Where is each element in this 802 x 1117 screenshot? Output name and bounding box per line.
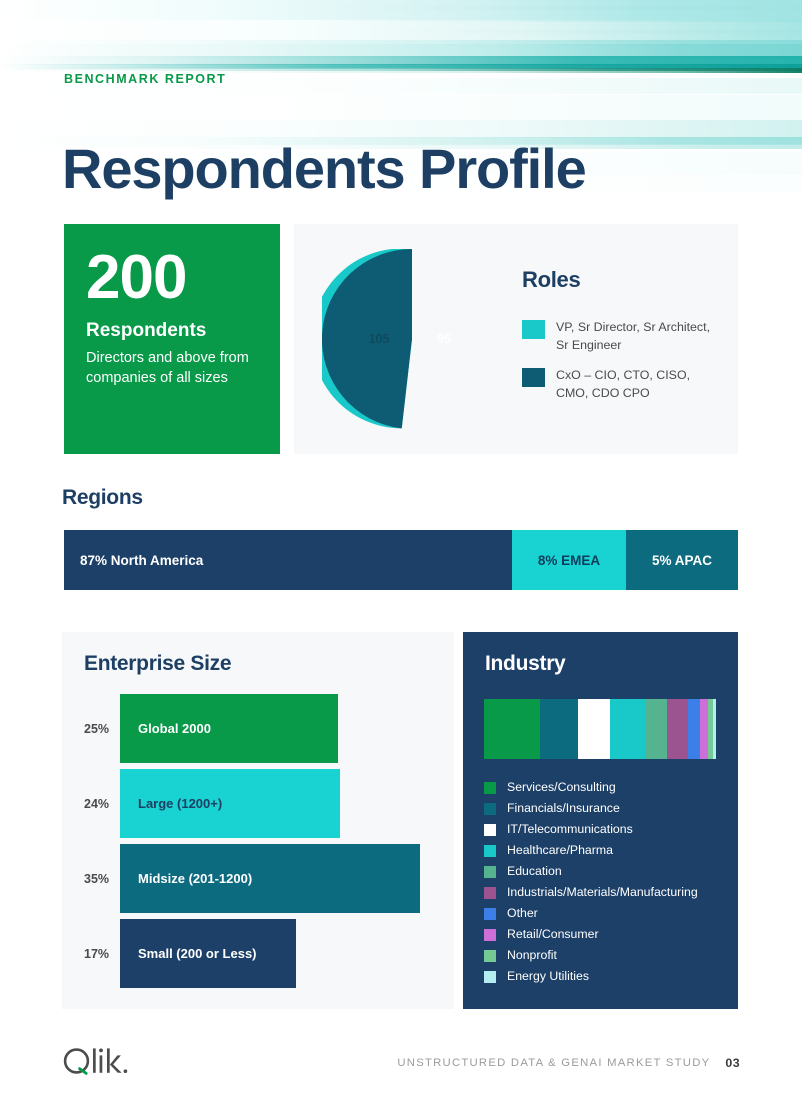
industry-legend-item: Healthcare/Pharma (484, 840, 724, 861)
roles-legend-item: VP, Sr Director, Sr Architect, Sr Engine… (522, 319, 722, 354)
roles-legend-label: VP, Sr Director, Sr Architect, Sr Engine… (556, 320, 711, 352)
eyebrow-label: BENCHMARK REPORT (64, 72, 227, 86)
banner-streak (0, 95, 802, 121)
legend-swatch-icon (484, 781, 496, 794)
enterprise-size-bar: Large (1200+) (120, 769, 340, 838)
industry-legend-item: Nonprofit (484, 945, 724, 966)
enterprise-size-row: 35% Midsize (201-1200) (62, 844, 454, 913)
legend-swatch-icon (484, 907, 496, 920)
industry-legend-label: Education (507, 864, 562, 879)
legend-swatch-icon (484, 802, 496, 815)
pie-slice-darkblue (322, 249, 412, 429)
industry-legend: Services/Consulting Financials/Insurance I… (484, 777, 724, 987)
banner-streak (0, 0, 802, 22)
industry-legend-label: Services/Consulting (507, 780, 616, 795)
legend-swatch-icon (484, 949, 496, 962)
enterprise-size-row: 17% Small (200 or Less) (62, 919, 454, 988)
banner-streak (0, 44, 802, 56)
enterprise-size-percent: 24% (84, 796, 110, 811)
legend-swatch-icon (484, 886, 496, 899)
legend-swatch-icon (484, 970, 496, 983)
enterprise-size-percent: 17% (84, 946, 110, 961)
enterprise-size-title: Enterprise Size (84, 652, 232, 675)
stat-description: Directors and above from companies of al… (86, 349, 249, 387)
footer-study-name: UNSTRUCTURED DATA & GENAI MARKET STUDY (397, 1057, 711, 1069)
report-page: BENCHMARK REPORT Respondents Profile 200… (0, 0, 802, 1117)
industry-legend-item: Services/Consulting (484, 777, 724, 798)
legend-swatch-icon (484, 865, 496, 878)
footer-meta: UNSTRUCTURED DATA & GENAI MARKET STUDY 0… (397, 1056, 740, 1070)
industry-segment (484, 699, 540, 759)
region-segment: 87% North America (64, 530, 512, 590)
industry-legend-label: Nonprofit (507, 948, 557, 963)
enterprise-size-card: Enterprise Size 25% Global 2000 24% Large (… (62, 632, 454, 1009)
page-title: Respondents Profile (62, 136, 587, 200)
enterprise-size-bar: Small (200 or Less) (120, 919, 296, 988)
enterprise-size-bar: Global 2000 (120, 694, 338, 763)
region-segment: 8% EMEA (512, 530, 626, 590)
industry-legend-item: Energy Utilities (484, 966, 724, 987)
industry-legend-label: IT/Telecommunications (507, 822, 633, 837)
industry-legend-item: Industrials/Materials/Manufacturing (484, 882, 724, 903)
industry-segment (578, 699, 610, 759)
roles-legend-label: CxO – CIO, CTO, CISO, CMO, CDO CPO (556, 368, 691, 400)
industry-segment (688, 699, 700, 759)
enterprise-size-bar: Midsize (201-1200) (120, 844, 420, 913)
stat-number: 200 (86, 243, 187, 312)
industry-segment (540, 699, 578, 759)
stat-label: Respondents (86, 319, 207, 341)
industry-legend-label: Healthcare/Pharma (507, 843, 613, 858)
footer-page-number: 03 (725, 1056, 740, 1070)
roles-pie-chart: 105 95 (322, 249, 502, 429)
enterprise-size-percent: 35% (84, 871, 110, 886)
enterprise-size-percent: 25% (84, 721, 110, 736)
industry-legend-item: IT/Telecommunications (484, 819, 724, 840)
legend-swatch-icon (522, 320, 545, 339)
pie-value-label: 105 (369, 332, 390, 346)
industry-segment (610, 699, 645, 759)
legend-swatch-icon (484, 928, 496, 941)
region-segment: 5% APAC (626, 530, 738, 590)
roles-legend: VP, Sr Director, Sr Architect, Sr Engine… (522, 319, 722, 415)
industry-stacked-bar (484, 699, 716, 759)
industry-segment (700, 699, 708, 759)
industry-legend-item: Other (484, 903, 724, 924)
roles-legend-item: CxO – CIO, CTO, CISO, CMO, CDO CPO (522, 367, 722, 402)
roles-card: 105 95 Roles VP, Sr Director, Sr Archite… (294, 224, 738, 454)
industry-segment (667, 699, 688, 759)
industry-legend-item: Education (484, 861, 724, 882)
industry-segment (713, 699, 716, 759)
enterprise-size-row: 25% Global 2000 (62, 694, 454, 763)
page-footer: UNSTRUCTURED DATA & GENAI MARKET STUDY 0… (0, 1040, 802, 1090)
industry-legend-label: Financials/Insurance (507, 801, 620, 816)
industry-segment (645, 699, 667, 759)
industry-legend-label: Retail/Consumer (507, 927, 599, 942)
legend-swatch-icon (522, 368, 545, 388)
industry-legend-label: Energy Utilities (507, 969, 590, 984)
legend-swatch-icon (484, 823, 496, 836)
industry-legend-item: Financials/Insurance (484, 798, 724, 819)
respondents-stat-card: 200 Respondents Directors and above from… (64, 224, 280, 454)
qlik-logo-svg (63, 1048, 128, 1075)
banner-streak (0, 120, 802, 138)
qlik-logo (62, 1046, 140, 1080)
enterprise-size-bar-chart: 25% Global 2000 24% Large (1200+) 35% Midsize… (62, 694, 454, 994)
regions-stacked-bar: 87% North America 8% EMEA 5% APAC (64, 530, 738, 590)
regions-title: Regions (62, 486, 143, 509)
pie-svg: 105 95 (322, 249, 451, 429)
industry-legend-label: Industrials/Materials/Manufacturing (507, 885, 698, 900)
roles-title: Roles (522, 267, 581, 292)
enterprise-size-row: 24% Large (1200+) (62, 769, 454, 838)
industry-legend-item: Retail/Consumer (484, 924, 724, 945)
pie-value-label: 95 (437, 332, 451, 346)
industry-title: Industry (485, 652, 566, 675)
industry-legend-label: Other (507, 906, 538, 921)
legend-swatch-icon (484, 844, 496, 857)
industry-card: Industry Services/Consulting Financials/I… (463, 632, 738, 1009)
